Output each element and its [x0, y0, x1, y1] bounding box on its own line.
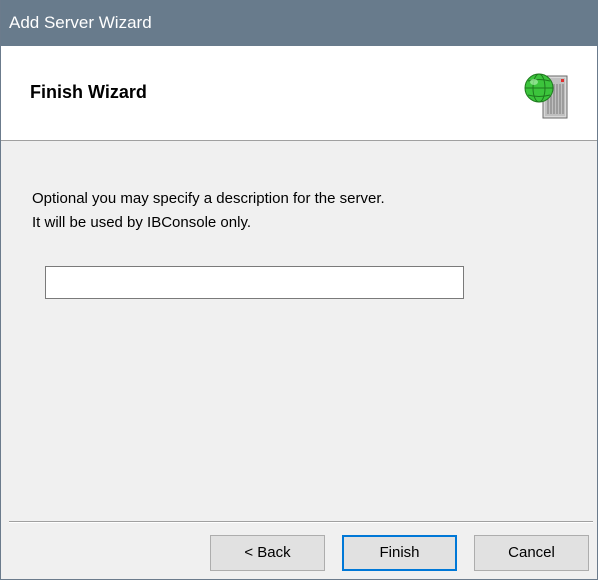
description-instructions: Optional you may specify a description f… — [32, 187, 385, 235]
instruction-line-1: Optional you may specify a description f… — [32, 190, 385, 207]
page-title: Finish Wizard — [30, 82, 147, 102]
finish-button[interactable]: Finish — [342, 535, 457, 571]
add-server-wizard-window: Add Server Wizard Finish Wizard Optional… — [0, 0, 598, 580]
instruction-line-2: It will be used by IBConsole only. — [32, 214, 252, 231]
footer-divider — [9, 521, 593, 523]
window-titlebar[interactable]: Add Server Wizard — [1, 0, 598, 46]
server-globe-icon — [524, 73, 568, 119]
back-button[interactable]: < Back — [210, 535, 325, 571]
cancel-button[interactable]: Cancel — [474, 535, 589, 571]
window-title: Add Server Wizard — [9, 13, 152, 32]
wizard-header: Finish Wizard — [1, 46, 597, 141]
server-description-input[interactable] — [45, 266, 464, 299]
